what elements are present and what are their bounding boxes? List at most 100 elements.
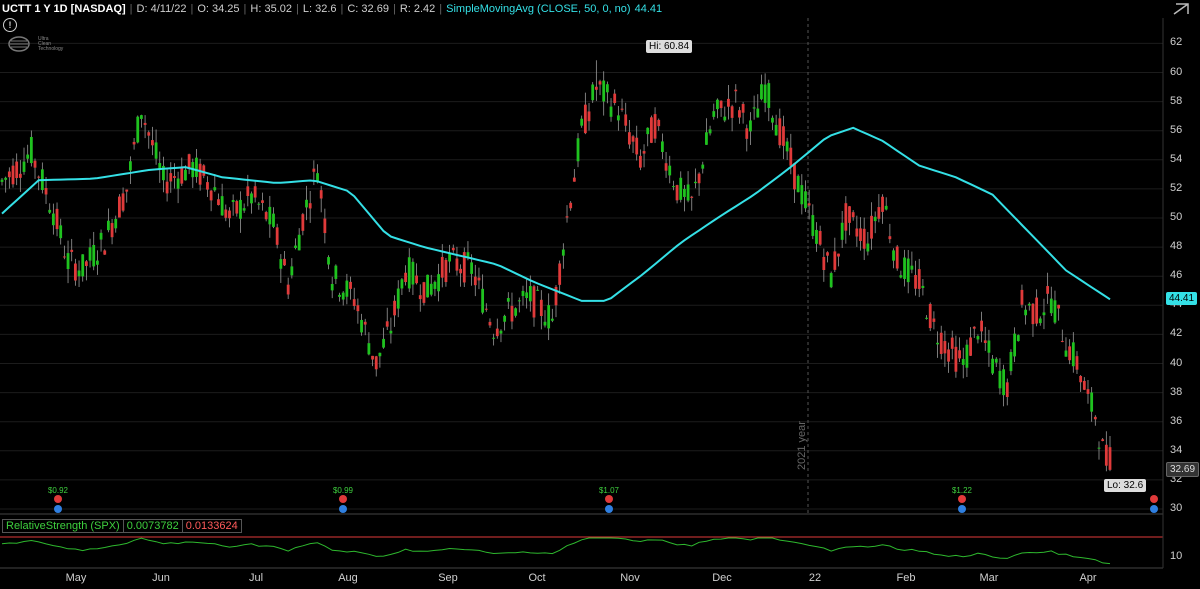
candle xyxy=(290,258,294,279)
dividend-icon[interactable] xyxy=(1150,505,1158,513)
earnings-icon[interactable] xyxy=(1150,495,1158,503)
candle xyxy=(840,210,844,248)
candle xyxy=(969,327,972,357)
candle xyxy=(327,255,330,270)
candle xyxy=(664,152,668,178)
candle xyxy=(158,151,162,183)
candle xyxy=(1005,378,1009,406)
candle xyxy=(727,85,730,120)
candle xyxy=(756,94,760,118)
candle xyxy=(437,263,440,302)
candle xyxy=(99,229,103,252)
candlestick-series xyxy=(0,60,1112,472)
earnings-icon[interactable] xyxy=(54,495,62,503)
candle xyxy=(895,244,899,271)
candle xyxy=(730,104,734,132)
symbol-label[interactable]: UCTT 1 Y 1D [NASDAQ] xyxy=(0,3,126,15)
candle xyxy=(774,114,778,136)
candle xyxy=(778,108,782,149)
close-label: C: 32.69 xyxy=(347,2,389,15)
dividend-icon[interactable] xyxy=(339,505,347,513)
candle xyxy=(323,208,327,244)
earnings-icon[interactable] xyxy=(605,495,613,503)
candle xyxy=(936,331,939,358)
sma-price-badge: 44.41 xyxy=(1166,292,1198,305)
candle xyxy=(580,115,584,128)
rs-study-label[interactable]: RelativeStrength (SPX) xyxy=(2,519,124,533)
candle xyxy=(1013,327,1017,363)
candle xyxy=(477,267,481,290)
candle xyxy=(785,137,789,160)
candle xyxy=(118,194,121,218)
candle xyxy=(565,205,569,223)
candle xyxy=(1020,284,1024,308)
candle xyxy=(448,244,452,273)
candle xyxy=(48,203,52,214)
candle xyxy=(657,118,661,131)
candle xyxy=(884,197,888,211)
candle xyxy=(18,160,22,192)
candle xyxy=(1104,431,1108,472)
sma-study-label[interactable]: SimpleMovingAvg (CLOSE, 50, 0, no) xyxy=(446,3,630,15)
candle xyxy=(275,223,279,249)
candle xyxy=(558,260,562,294)
candle xyxy=(591,82,595,103)
sma-study-value: 44.41 xyxy=(634,2,663,15)
candle xyxy=(1009,349,1013,376)
candle xyxy=(583,92,587,135)
dividend-icon[interactable] xyxy=(605,505,613,513)
price-tick-label: 36 xyxy=(1170,414,1183,427)
candle xyxy=(396,280,400,318)
candle xyxy=(268,195,272,238)
candle xyxy=(242,203,246,213)
price-tick-label: 46 xyxy=(1170,269,1183,282)
candle xyxy=(84,260,88,281)
low-callout: Lo: 32.6 xyxy=(1104,479,1147,492)
svg-text:Technology: Technology xyxy=(38,46,64,52)
candle xyxy=(129,156,132,184)
price-tick-label: 62 xyxy=(1170,36,1183,49)
candle xyxy=(782,115,785,160)
candle xyxy=(749,112,752,146)
candle xyxy=(767,79,771,122)
candle xyxy=(587,103,591,131)
candle xyxy=(1002,364,1006,407)
candle xyxy=(613,89,617,106)
candle xyxy=(40,162,44,194)
settings-icon[interactable] xyxy=(1172,2,1190,16)
candle xyxy=(132,138,136,150)
candle xyxy=(624,102,628,132)
candle xyxy=(811,204,815,240)
candle xyxy=(708,125,712,136)
candle xyxy=(250,191,253,214)
candle xyxy=(976,334,980,344)
candle xyxy=(286,277,290,299)
chart-grid xyxy=(0,42,1163,510)
candle xyxy=(510,292,514,330)
earnings-label: $1.07 xyxy=(598,486,620,495)
month-tick-label: Oct xyxy=(528,572,546,584)
info-icon[interactable]: ! xyxy=(3,18,17,32)
candle xyxy=(745,124,749,152)
candle xyxy=(224,204,228,222)
candle xyxy=(338,292,341,302)
price-chart[interactable] xyxy=(0,0,1200,589)
candle xyxy=(1093,415,1097,426)
month-tick-label: 22 xyxy=(808,572,822,584)
candle xyxy=(180,157,184,187)
candle xyxy=(279,254,283,283)
candle xyxy=(143,115,147,139)
candle xyxy=(961,347,965,379)
dividend-icon[interactable] xyxy=(54,505,62,513)
price-tick-label: 58 xyxy=(1170,94,1183,107)
candle xyxy=(1071,332,1075,373)
candle xyxy=(385,307,389,330)
earnings-icon[interactable] xyxy=(339,495,347,503)
candle xyxy=(330,276,334,299)
earnings-icon[interactable] xyxy=(958,495,966,503)
candle xyxy=(162,156,165,193)
month-tick-label: Feb xyxy=(896,572,916,584)
dividend-icon[interactable] xyxy=(958,505,966,513)
candle xyxy=(826,251,829,263)
candle xyxy=(598,79,602,96)
